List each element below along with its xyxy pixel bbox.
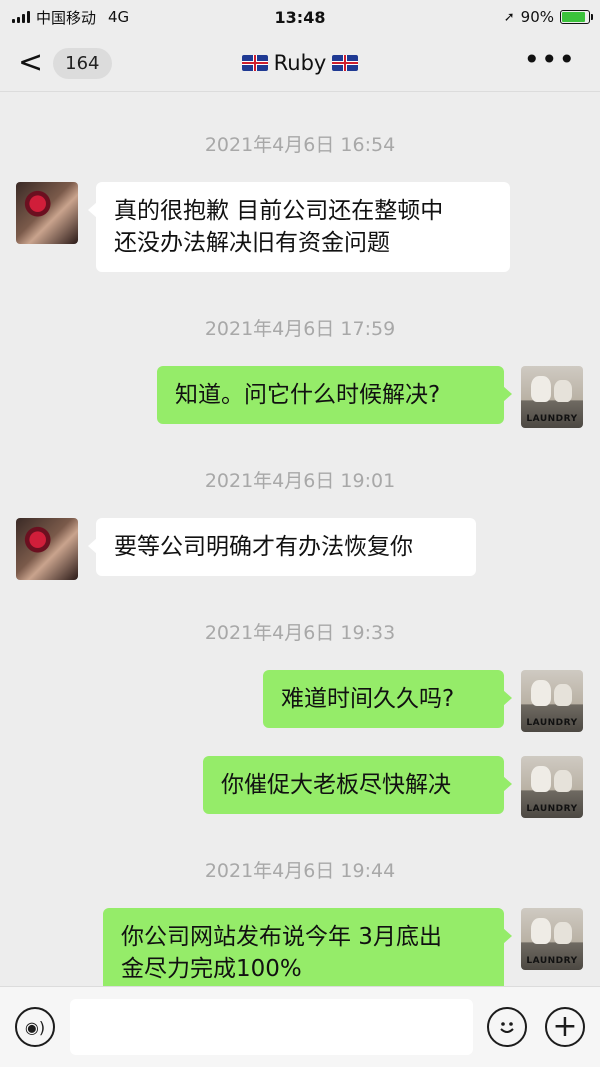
carrier-label: 中国移动 <box>36 8 97 27</box>
uk-flag-icon <box>241 54 268 71</box>
avatar-caption: LAUNDRY <box>526 804 578 814</box>
my-avatar[interactable]: LAUNDRY <box>521 366 583 428</box>
message-list: 2021年4月6日 16:54 真的很抱歉 目前公司还在整顿中 还没办法解决旧有… <box>0 92 600 986</box>
chat-header: < 164 Ruby ••• <box>0 34 600 92</box>
smiley-icon <box>500 1022 514 1033</box>
my-avatar[interactable]: LAUNDRY <box>521 756 583 818</box>
status-bar: 中国移动 4G 13:48 ➚ 90% <box>0 0 600 34</box>
my-avatar[interactable]: LAUNDRY <box>521 908 583 970</box>
location-arrow-icon: ➚ <box>503 9 515 25</box>
more-options-button[interactable]: ••• <box>523 46 576 74</box>
timestamp: 2021年4月6日 17:59 <box>204 318 396 340</box>
voice-input-button[interactable]: ◉) <box>15 1007 55 1047</box>
input-bar: ◉) + <box>0 986 600 1067</box>
chat-title: Ruby <box>241 50 359 75</box>
battery-icon <box>560 10 593 24</box>
my-avatar[interactable]: LAUNDRY <box>521 670 583 732</box>
unread-count-badge: 164 <box>53 47 112 79</box>
incoming-message[interactable]: 真的很抱歉 目前公司还在整顿中 还没办法解决旧有资金问题 <box>88 182 510 272</box>
plus-icon: + <box>552 1009 578 1044</box>
avatar-caption: LAUNDRY <box>526 414 578 424</box>
avatar-caption: LAUNDRY <box>526 718 578 728</box>
timestamp: 2021年4月6日 16:54 <box>204 134 396 156</box>
outgoing-message[interactable]: 你催促大老板尽快解决 <box>203 756 512 814</box>
status-left: 中国移动 4G <box>12 7 129 28</box>
outgoing-message[interactable]: 知道。问它什么时候解决? <box>157 366 512 424</box>
add-attachment-button[interactable]: + <box>545 1007 585 1047</box>
contact-avatar[interactable] <box>16 182 78 244</box>
chevron-left-icon: < <box>18 45 44 80</box>
battery-percent: 90% <box>520 8 554 26</box>
timestamp: 2021年4月6日 19:44 <box>204 860 396 882</box>
timestamp: 2021年4月6日 19:33 <box>204 622 396 644</box>
contact-name: Ruby <box>273 50 327 75</box>
back-button[interactable]: < 164 <box>18 44 112 82</box>
signal-icon <box>12 11 30 23</box>
emoji-button[interactable] <box>487 1007 527 1047</box>
status-right: ➚ 90% <box>503 8 593 26</box>
timestamp: 2021年4月6日 19:01 <box>204 470 396 492</box>
incoming-message[interactable]: 要等公司明确才有办法恢复你 <box>88 518 476 576</box>
message-input[interactable] <box>70 999 473 1055</box>
contact-avatar[interactable] <box>16 518 78 580</box>
outgoing-message[interactable]: 难道时间久久吗? <box>263 670 512 728</box>
avatar-caption: LAUNDRY <box>526 956 578 966</box>
outgoing-message[interactable]: 你公司网站发布说今年 3月底出 金尽力完成100% <box>103 908 512 986</box>
uk-flag-icon <box>332 54 359 71</box>
network-label: 4G <box>108 8 130 26</box>
voice-wave-icon: ◉) <box>24 1017 46 1037</box>
